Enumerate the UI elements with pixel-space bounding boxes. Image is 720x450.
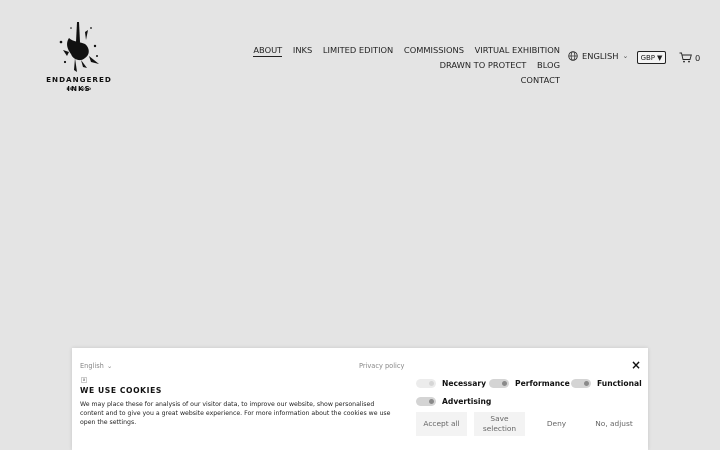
toggle-functional[interactable]: Functional — [571, 379, 642, 388]
privacy-policy-link[interactable]: Privacy policy — [359, 362, 404, 370]
performance-switch[interactable] — [489, 379, 509, 388]
cart-count: 0 — [695, 52, 701, 63]
brand-logo[interactable]: ENDANGERED INKS EST. 2020 — [33, 20, 125, 94]
language-selector[interactable]: ENGLISH ⌄ — [568, 51, 628, 61]
no-adjust-button[interactable]: No, adjust — [588, 412, 640, 436]
close-icon[interactable]: × — [631, 358, 641, 372]
brand-established: EST. 2020 — [66, 87, 92, 91]
cart-button[interactable]: 0 — [679, 52, 700, 63]
nav-item-virtual-exhibition[interactable]: VIRTUAL EXHIBITION — [475, 43, 560, 58]
toggle-performance[interactable]: Performance — [489, 379, 570, 388]
toggle-advertising[interactable]: Advertising — [416, 397, 491, 406]
functional-switch[interactable] — [571, 379, 591, 388]
currency-label: GBP — [640, 53, 656, 62]
cookie-badge-icon: x — [81, 377, 87, 383]
caret-down-icon: ▼ — [657, 53, 663, 62]
globe-icon — [568, 51, 578, 61]
nav-item-commissions[interactable]: COMMISSIONS — [404, 43, 464, 58]
chevron-down-icon: ⌄ — [106, 362, 113, 370]
main-nav: ABOUT INKS LIMITED EDITION COMMISSIONS V… — [178, 43, 560, 88]
cookie-description: We may place these for analysis of our v… — [80, 401, 391, 426]
save-selection-button[interactable]: Save selection — [474, 412, 525, 436]
cart-icon — [679, 52, 692, 63]
language-label: ENGLISH — [582, 51, 619, 61]
toggle-performance-label: Performance — [515, 379, 570, 388]
nav-item-contact[interactable]: CONTACT — [521, 73, 560, 88]
advertising-switch[interactable] — [416, 397, 436, 406]
nav-item-inks[interactable]: INKS — [293, 43, 312, 58]
chevron-down-icon: ⌄ — [622, 52, 629, 60]
ink-splash-icon — [59, 22, 99, 72]
currency-selector[interactable]: GBP ▼ — [637, 51, 666, 64]
nav-item-blog[interactable]: BLOG — [537, 58, 560, 73]
toggle-advertising-label: Advertising — [442, 397, 492, 406]
accept-all-button[interactable]: Accept all — [416, 412, 467, 436]
deny-button[interactable]: Deny — [531, 412, 582, 436]
toggle-functional-label: Functional — [597, 379, 642, 388]
toggle-necessary: Necessary — [416, 379, 486, 388]
nav-item-drawn-to-protect[interactable]: DRAWN TO PROTECT — [440, 58, 527, 73]
necessary-switch — [416, 379, 436, 388]
nav-item-limited-edition[interactable]: LIMITED EDITION — [323, 43, 393, 58]
toggle-necessary-label: Necessary — [442, 379, 487, 388]
cookie-language-label: English — [80, 362, 104, 370]
cookie-title: WE USE COOKIES — [80, 386, 162, 395]
cookie-language-selector[interactable]: English ⌄ — [80, 362, 112, 370]
nav-item-about[interactable]: ABOUT — [253, 44, 283, 57]
cookie-banner: English ⌄ Privacy policy × x WE USE COOK… — [72, 348, 648, 450]
